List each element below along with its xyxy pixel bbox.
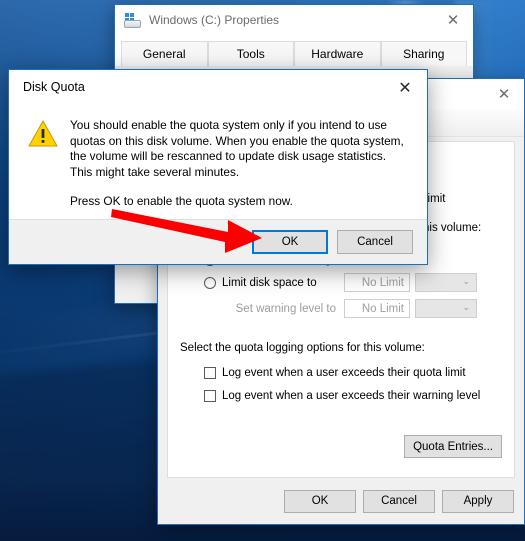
quota-entries-button[interactable]: Quota Entries... [404,435,502,458]
tab-hardware[interactable]: Hardware [294,41,381,66]
tab-general[interactable]: General [121,41,208,66]
checkbox-warning-level-label: Log event when a user exceeds their warn… [222,390,481,402]
dialog-paragraph-2: Press OK to enable the quota system now. [70,193,293,208]
drive-icon [124,12,141,28]
warning-triangle-icon [28,119,58,147]
screen: Windows (C:) Properties ✕ General Tools … [0,0,525,541]
disk-quota-dialog[interactable]: Disk Quota ✕ You should enable the quota… [8,69,428,265]
checkbox-warning-level[interactable] [204,390,216,402]
dialog-paragraph-1: You should enable the quota system only … [70,118,404,180]
warning-level-row[interactable]: Set warning level to No Limit ⌄ [204,299,502,318]
radio-limit-disk-space-row[interactable]: Limit disk space to No Limit ⌄ [204,273,502,292]
checkbox-quota-limit-label: Log event when a user exceeds their quot… [222,367,466,379]
dialog-content: You should enable the quota system only … [9,104,427,210]
limit-unit-dropdown[interactable]: ⌄ [415,273,477,292]
dialog-cancel-button[interactable]: Cancel [337,230,413,254]
quota-volume-text-fragment: his volume: [423,222,482,234]
dialog-message: You should enable the quota system only … [70,118,411,209]
dialog-ok-button[interactable]: OK [252,230,328,254]
checkbox-warning-level-row[interactable]: Log event when a user exceeds their warn… [204,390,502,402]
radio-limit-disk-space-label: Limit disk space to [222,276,317,289]
close-icon[interactable]: ✕ [383,70,427,104]
quota-apply-button[interactable]: Apply [442,489,514,513]
dialog-footer: OK Cancel [9,219,427,264]
close-icon[interactable]: ✕ [433,5,473,35]
chevron-down-icon: ⌄ [462,303,470,313]
quota-footer: OK Cancel Apply [158,478,524,524]
tab-sharing[interactable]: Sharing [380,41,467,66]
warning-unit-dropdown[interactable]: ⌄ [415,299,477,318]
quota-ok-button[interactable]: OK [284,489,356,513]
properties-title-bar[interactable]: Windows (C:) Properties ✕ [115,5,473,35]
chevron-down-icon: ⌄ [462,277,470,287]
properties-title-text: Windows (C:) Properties [149,13,280,27]
logging-options-header: Select the quota logging options for thi… [180,342,425,354]
properties-tabstrip[interactable]: General Tools Hardware Sharing [115,35,473,66]
limit-disk-space-input[interactable]: No Limit [344,273,410,292]
dialog-title-text: Disk Quota [23,80,85,94]
tab-tools[interactable]: Tools [207,41,294,66]
quota-cancel-button[interactable]: Cancel [363,489,435,513]
checkbox-quota-limit-row[interactable]: Log event when a user exceeds their quot… [204,367,502,379]
warning-level-input[interactable]: No Limit [344,299,410,318]
quota-limit-text-fragment: limit [425,193,446,205]
close-icon[interactable]: ✕ [484,79,524,109]
warning-level-label: Set warning level to [235,302,336,315]
radio-limit-disk-space[interactable] [204,276,216,289]
dialog-title-bar[interactable]: Disk Quota ✕ [9,70,427,104]
checkbox-quota-limit[interactable] [204,367,216,379]
